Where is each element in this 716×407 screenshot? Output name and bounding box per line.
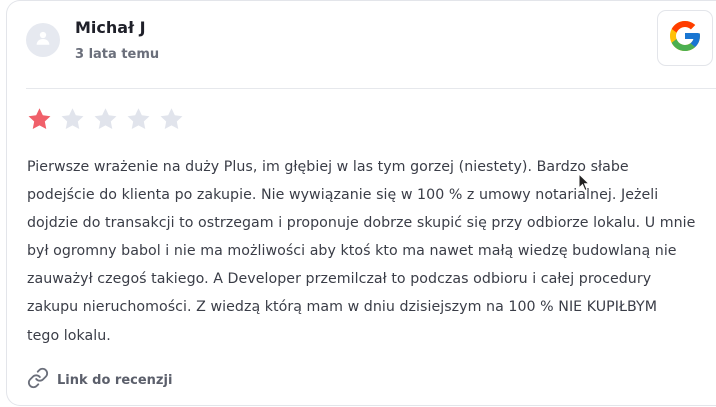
review-text-line: podejście do klienta po zakupie. Nie wyw… — [27, 187, 659, 204]
user-icon — [34, 29, 52, 51]
review-card: Michał J 3 lata temu Pierwsze wrażenie n… — [6, 0, 716, 406]
mouse-cursor-icon — [578, 172, 591, 196]
review-text: Pierwsze wrażenie na duży Plus, im głębi… — [27, 153, 716, 350]
star-icon-empty — [126, 107, 151, 131]
star-icon-empty — [93, 107, 118, 131]
star-icon-empty — [159, 107, 184, 131]
review-text-line: był ogromny babol i nie ma możliwości ab… — [27, 243, 677, 260]
avatar — [26, 23, 60, 57]
review-text-line: Pierwsze wrażenie na duży Plus, im głębi… — [27, 159, 629, 175]
star-icon-empty — [60, 107, 85, 131]
review-text-line: zauważył czegoś takiego. A Developer prz… — [27, 271, 652, 288]
google-logo-icon — [667, 18, 703, 58]
author-name: Michał J — [75, 18, 146, 37]
star-rating — [27, 107, 184, 131]
link-icon — [27, 367, 49, 393]
review-text-line: zakupu nieruchomości. Z wiedzą którą mam… — [27, 299, 658, 316]
review-date: 3 lata temu — [75, 47, 160, 62]
review-link[interactable]: Link do recenzji — [27, 367, 172, 393]
review-source-badge[interactable] — [657, 10, 713, 66]
review-text-line: dojdzie do transakcji to ostrzegam i pro… — [27, 215, 696, 232]
divider — [26, 88, 716, 89]
review-text-line: tego lokalu. — [27, 327, 111, 344]
review-link-label: Link do recenzji — [57, 372, 173, 388]
star-icon-filled — [27, 107, 52, 131]
